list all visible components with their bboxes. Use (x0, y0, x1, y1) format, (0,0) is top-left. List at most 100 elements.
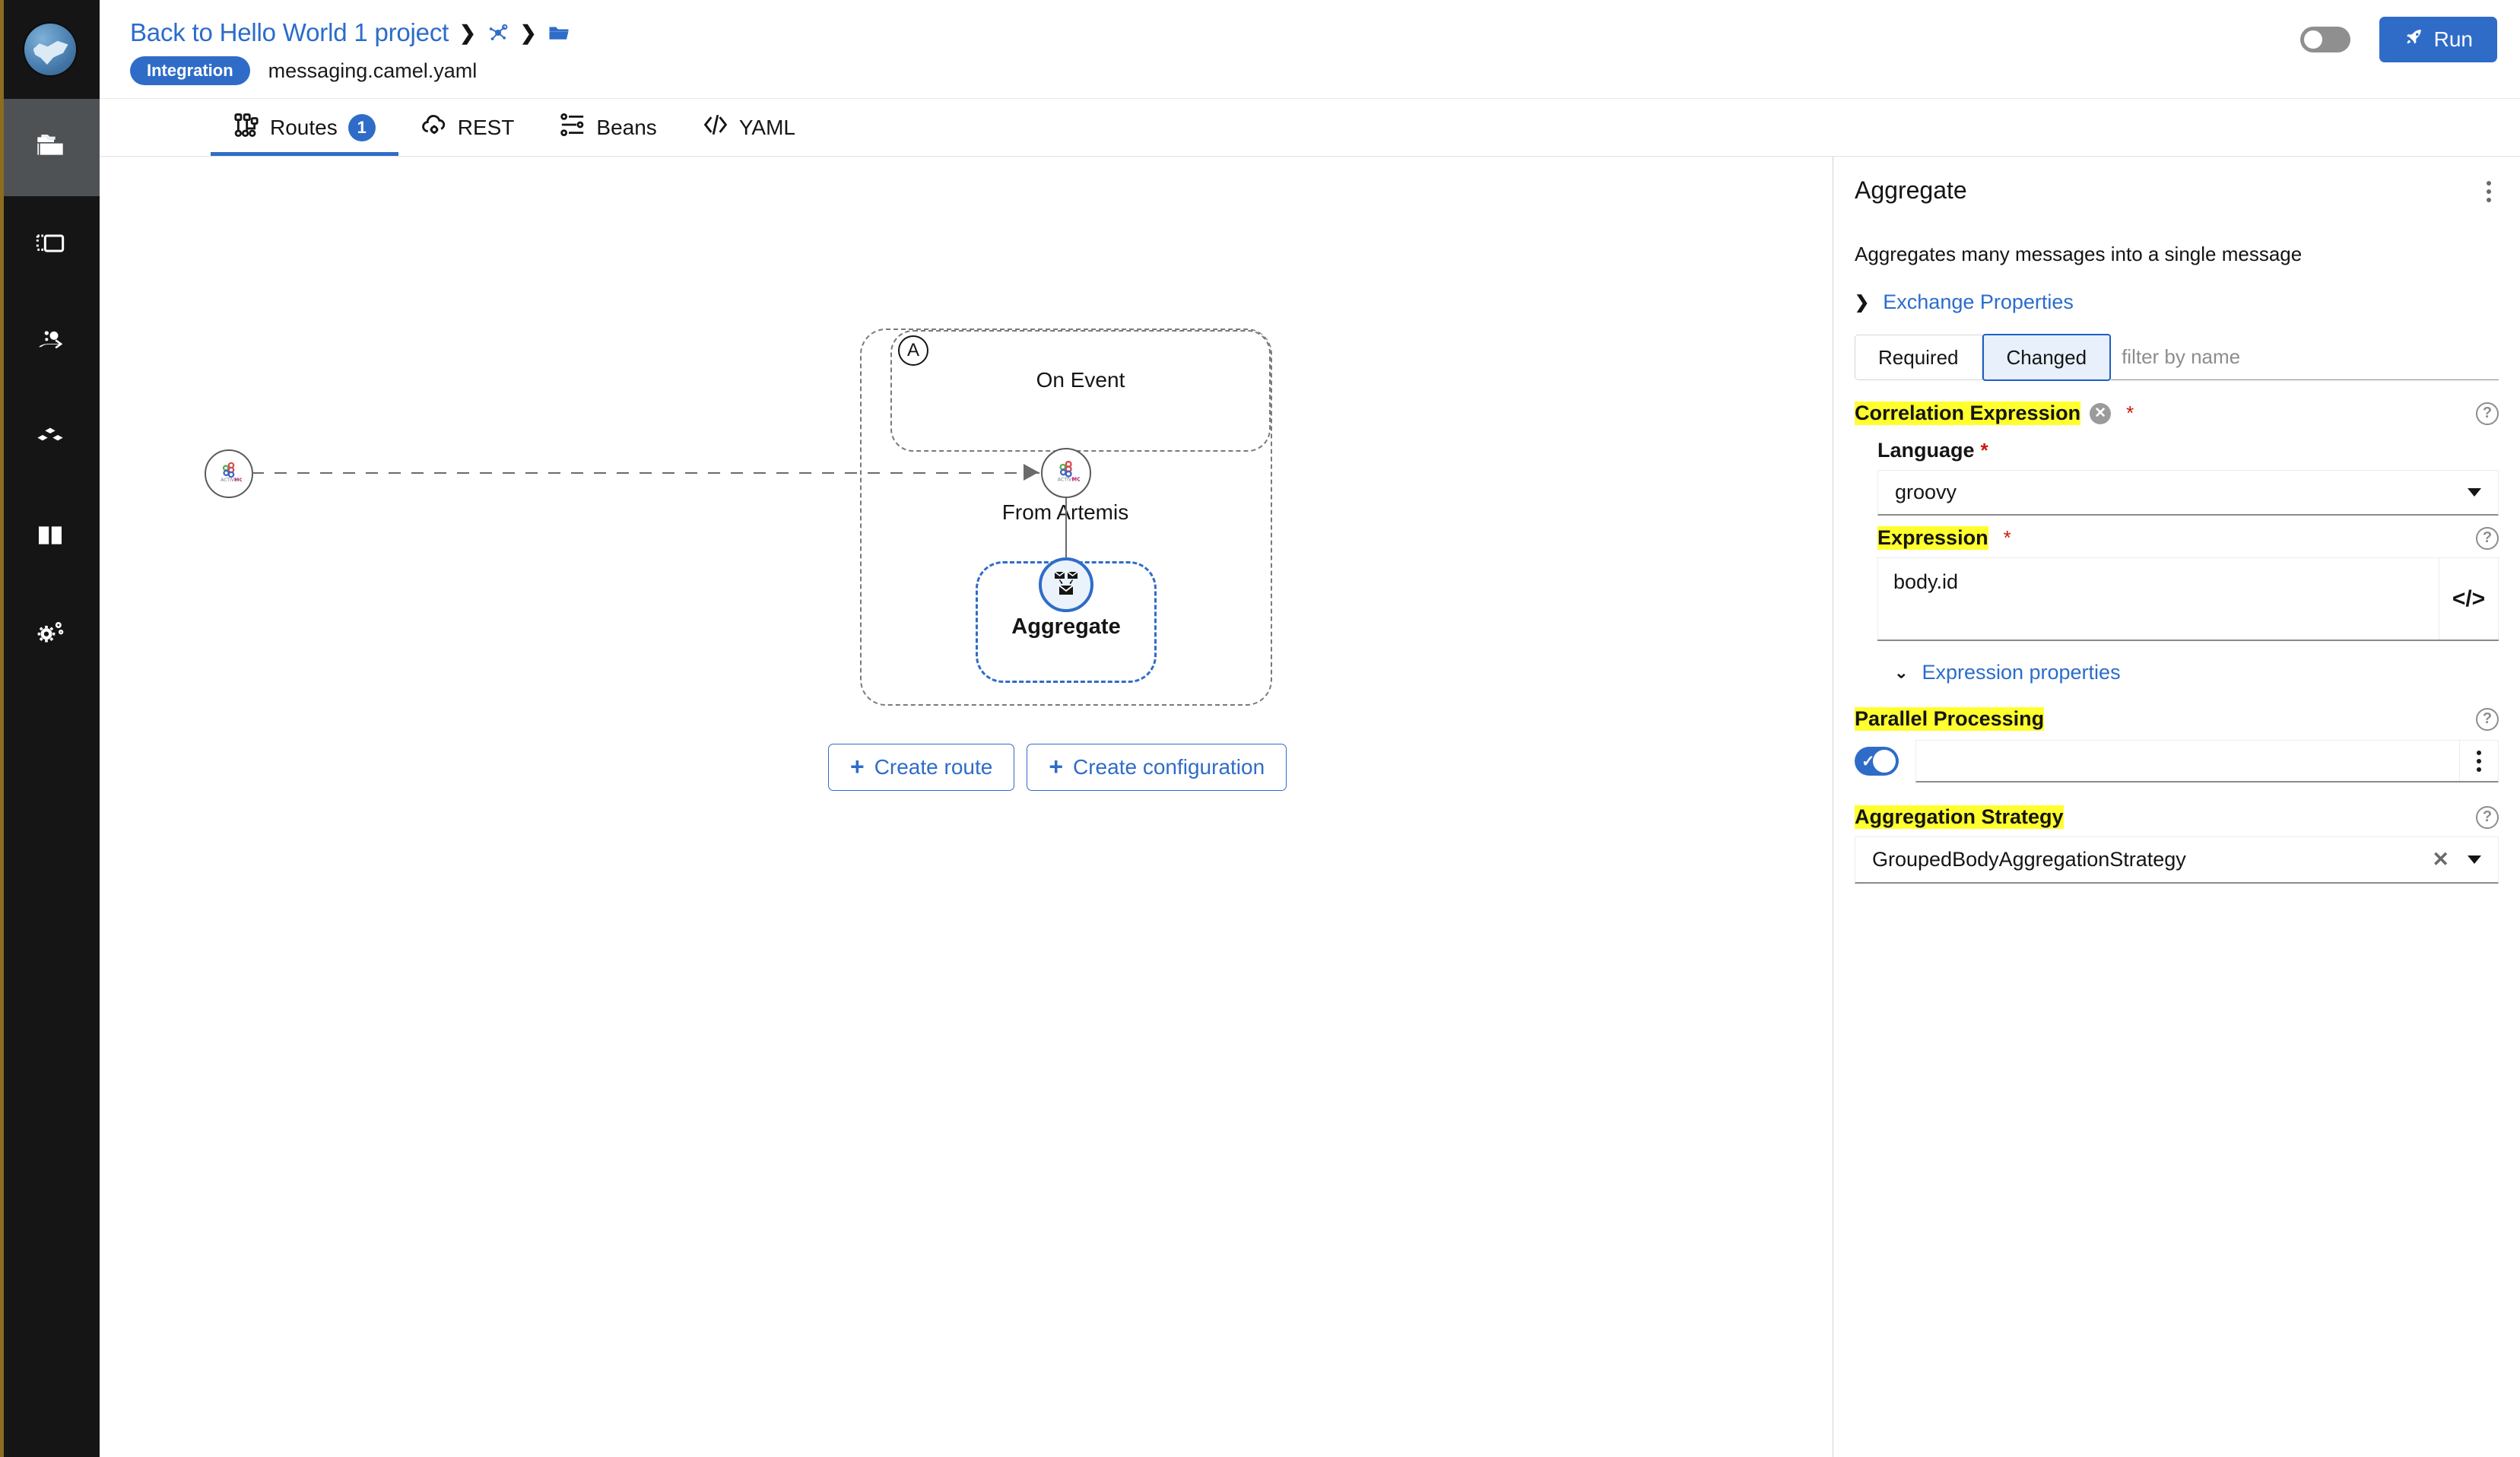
containers-icon (35, 423, 65, 457)
run-button[interactable]: Run (2379, 17, 2497, 62)
svg-text:MQ: MQ (1071, 476, 1080, 482)
property-filter-bar: Required Changed (1855, 335, 2499, 380)
exchange-properties-toggle[interactable]: ❯ Exchange Properties (1855, 290, 2499, 314)
chevron-down-icon (2468, 488, 2481, 497)
kaoto-logo-icon (24, 24, 76, 75)
tab-yaml[interactable]: YAML (680, 99, 818, 156)
projects-icon (35, 131, 65, 165)
svg-text:MQ: MQ (234, 477, 242, 483)
chevron-down-icon[interactable] (2468, 855, 2481, 864)
expression-input-group: </> (1877, 557, 2499, 641)
expression-properties-toggle[interactable]: ⌄ Expression properties (1877, 661, 2499, 684)
canvas-aggregate-label: Aggregate (976, 614, 1157, 640)
check-icon: ✓ (1861, 752, 1875, 771)
rail-item-settings[interactable] (0, 586, 100, 683)
expression-field-header-left: Expression * (1877, 526, 2011, 550)
gear-icon (35, 617, 65, 652)
expression-code-editor-button[interactable]: </> (2439, 557, 2499, 640)
routes-icon (233, 112, 259, 143)
canvas-action-buttons: + Create route + Create configuration (828, 744, 1287, 791)
integration-graph-icon[interactable] (487, 21, 509, 44)
expression-label: Expression (1877, 526, 1988, 550)
expression-properties-label: Expression properties (1922, 661, 2120, 684)
language-required-star: * (1981, 439, 1988, 462)
filename-label: messaging.camel.yaml (268, 59, 478, 83)
aggregation-strategy-label: Aggregation Strategy (1855, 805, 2064, 829)
tab-beans[interactable]: Beans (537, 99, 679, 156)
correlation-expression-header-left: Correlation Expression ✕ * (1855, 402, 2134, 425)
tab-routes[interactable]: Routes 1 (211, 99, 398, 156)
filter-by-name-input[interactable] (2111, 335, 2499, 380)
canvas-node-from-artemis[interactable]: ACTIVE MQ (1041, 448, 1091, 498)
correlation-expression-label: Correlation Expression (1855, 402, 2080, 425)
folder-open-icon[interactable] (547, 21, 570, 44)
plus-icon: + (850, 757, 865, 777)
rail-item-projects[interactable] (0, 99, 100, 196)
parallel-processing-label: Parallel Processing (1855, 707, 2044, 731)
chevron-down-icon: ⌄ (1894, 664, 1908, 681)
create-route-button[interactable]: + Create route (828, 744, 1014, 791)
language-field-label-row: Language * (1877, 439, 2499, 462)
filter-changed-button[interactable]: Changed (1982, 334, 2112, 381)
parallel-processing-kebab-icon[interactable] (2459, 741, 2498, 781)
create-configuration-button[interactable]: + Create configuration (1027, 744, 1287, 791)
route-canvas[interactable]: ACTIVE MQ A On Event (100, 157, 1833, 1457)
services-icon (35, 325, 65, 360)
app-root: Back to Hello World 1 project ❯ ❯ Integr… (0, 0, 2520, 1457)
correlation-expression-header: Correlation Expression ✕ * ? (1855, 402, 2499, 425)
aggregate-icon (1051, 568, 1081, 602)
aggregation-strategy-header: Aggregation Strategy ? (1855, 805, 2499, 829)
aggregation-strategy-select[interactable]: GroupedBodyAggregationStrategy ✕ (1855, 836, 2499, 884)
correlation-expression-body: Language * groovy Expression * ? (1855, 439, 2499, 684)
app-logo[interactable] (0, 0, 100, 99)
parallel-processing-value-field[interactable] (1915, 740, 2499, 782)
canvas-node-aggregate[interactable] (1039, 557, 1093, 612)
aggregation-strategy-value: GroupedBodyAggregationStrategy (1872, 848, 2414, 871)
left-nav-rail (0, 0, 100, 1457)
run-button-label: Run (2434, 27, 2473, 52)
editor-tabs: Routes 1 REST Beans YAML (100, 99, 2520, 157)
aggregation-strategy-clear-icon[interactable]: ✕ (2432, 848, 2449, 871)
language-label: Language (1877, 439, 1975, 462)
rail-item-knowledgebase[interactable] (0, 488, 100, 586)
language-selected-value: groovy (1895, 481, 1957, 504)
parallel-processing-help-icon[interactable]: ? (2476, 708, 2499, 731)
properties-panel: Aggregate Aggregates many messages into … (1833, 157, 2520, 1457)
expression-required-star: * (2004, 526, 2011, 550)
breadcrumb-chevron-icon: ❯ (459, 23, 476, 43)
expression-help-icon[interactable]: ? (2476, 527, 2499, 550)
breadcrumb-back-link[interactable]: Back to Hello World 1 project (130, 18, 449, 47)
main-column: Back to Hello World 1 project ❯ ❯ Integr… (100, 0, 2520, 1457)
editor-body: ACTIVE MQ A On Event (100, 157, 2520, 1457)
rail-item-services[interactable] (0, 294, 100, 391)
dashboard-icon (35, 228, 65, 262)
create-configuration-label: Create configuration (1073, 755, 1265, 779)
tab-routes-label: Routes (270, 116, 338, 140)
breadcrumb-chevron-icon-2: ❯ (520, 23, 537, 43)
correlation-expression-required-star: * (2126, 402, 2134, 425)
tab-rest-label: REST (458, 116, 515, 140)
book-icon (35, 520, 65, 554)
parallel-processing-toggle[interactable]: ✓ (1855, 747, 1899, 776)
panel-kebab-menu-icon[interactable] (2479, 176, 2499, 207)
rail-item-containers[interactable] (0, 391, 100, 488)
activemq-icon: ACTIVE MQ (216, 459, 242, 489)
activemq-icon: ACTIVE MQ (1052, 458, 1080, 489)
aggregation-strategy-help-icon[interactable]: ? (2476, 806, 2499, 829)
rail-item-dashboard[interactable] (0, 196, 100, 294)
tab-rest[interactable]: REST (398, 99, 538, 156)
canvas-start-node[interactable]: ACTIVE MQ (205, 449, 253, 498)
source-view-toggle[interactable] (2300, 27, 2350, 52)
language-select[interactable]: groovy (1877, 470, 2499, 516)
beans-icon (560, 112, 586, 143)
expression-textarea[interactable] (1877, 557, 2439, 640)
rocket-icon (2404, 27, 2424, 52)
file-meta-row: Integration messaging.camel.yaml (130, 56, 2497, 85)
correlation-expression-clear-icon[interactable]: ✕ (2090, 403, 2111, 424)
chevron-right-icon: ❯ (1855, 292, 1869, 313)
panel-description: Aggregates many messages into a single m… (1855, 243, 2499, 266)
filter-required-button[interactable]: Required (1855, 335, 1982, 380)
correlation-expression-help-icon[interactable]: ? (2476, 402, 2499, 425)
exchange-properties-label: Exchange Properties (1883, 290, 2074, 314)
breadcrumb: Back to Hello World 1 project ❯ ❯ (130, 12, 2497, 53)
